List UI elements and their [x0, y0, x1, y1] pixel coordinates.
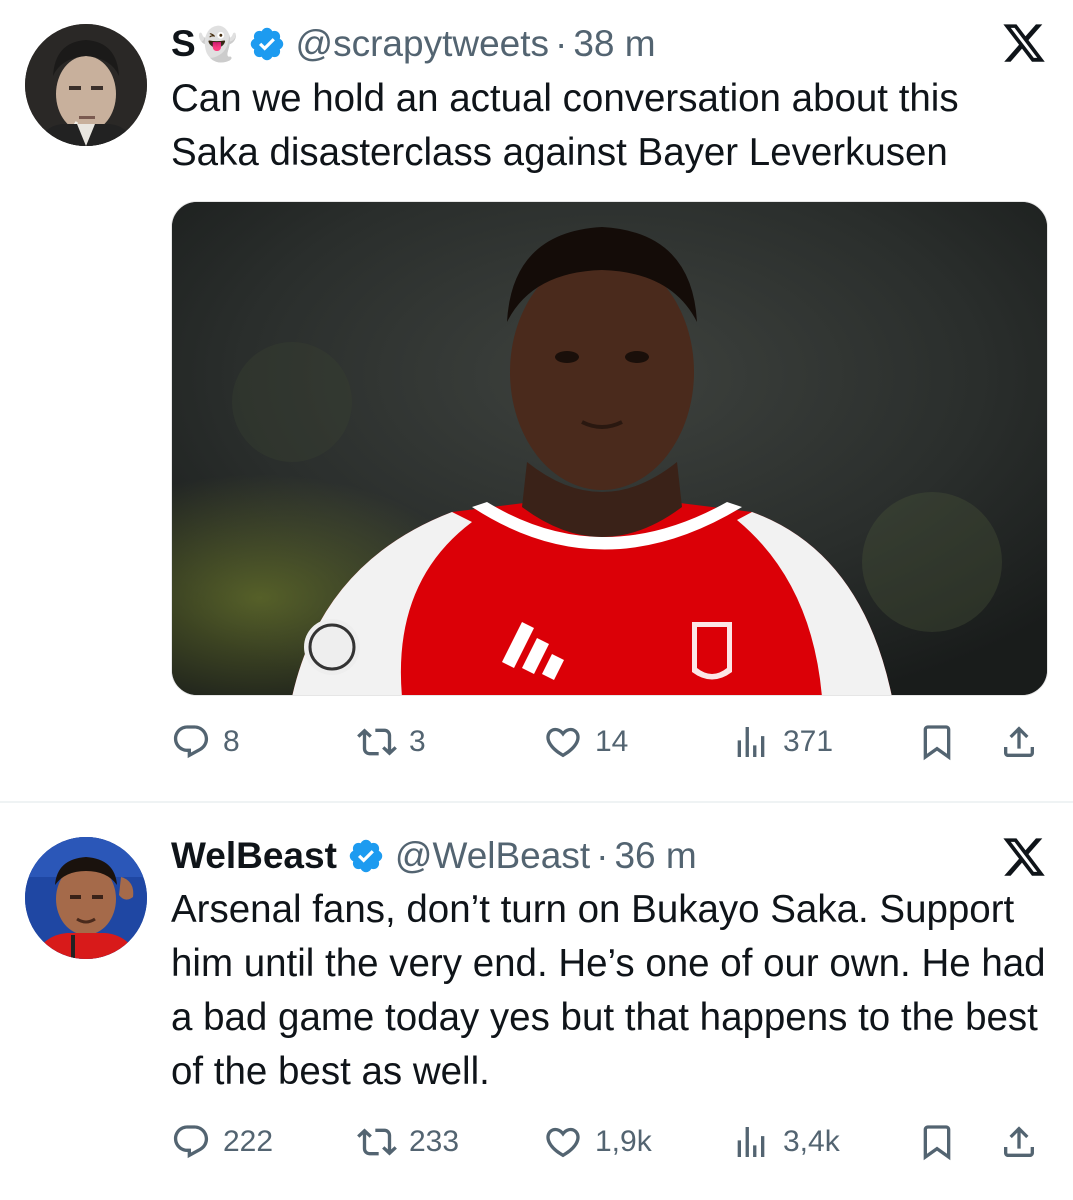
retweet-button[interactable]: 233: [357, 1117, 459, 1167]
like-icon: [543, 1122, 583, 1162]
x-logo-icon: [1001, 20, 1047, 66]
tweet-text: Can we hold an actual conversation about…: [171, 77, 959, 174]
share-icon: [999, 722, 1039, 762]
timestamp[interactable]: 36 m: [614, 835, 696, 877]
avatar-portrait-image: [25, 24, 147, 146]
share-button[interactable]: [999, 1117, 1039, 1167]
reply-count: 8: [223, 725, 240, 758]
views-button[interactable]: 371: [731, 717, 833, 767]
tweet-text: Arsenal fans, don’t turn on Bukayo Saka.…: [171, 888, 1046, 1093]
reply-icon: [171, 722, 211, 762]
verified-badge-icon: [248, 25, 286, 63]
reply-button[interactable]: 222: [171, 1117, 273, 1167]
tweet-actions: 222 233 1,9k 3,4k: [171, 1117, 1051, 1167]
avatar-portrait-image: [25, 837, 147, 959]
views-icon: [731, 1122, 771, 1162]
avatar-welbeast[interactable]: [25, 837, 147, 959]
views-button[interactable]: 3,4k: [731, 1117, 840, 1167]
like-count: 1,9k: [595, 1125, 652, 1158]
like-count: 14: [595, 725, 629, 758]
bookmark-icon: [917, 1122, 957, 1162]
separator-dot: ·: [596, 835, 609, 876]
like-button[interactable]: 14: [543, 717, 628, 767]
share-button[interactable]: [999, 717, 1039, 767]
tweet-1[interactable]: S 👻 @scrapytweets · 38 m Can we hold an …: [0, 0, 1073, 802]
player-photo: [172, 202, 1047, 695]
bookmark-icon: [917, 722, 957, 762]
retweet-button[interactable]: 3: [357, 717, 426, 767]
views-count: 371: [783, 725, 834, 758]
tweet-header: S 👻 @scrapytweets · 38 m: [171, 22, 656, 66]
bookmark-button[interactable]: [917, 717, 957, 767]
like-icon: [543, 722, 583, 762]
x-logo-icon: [1001, 834, 1047, 880]
tweet-media-image[interactable]: [171, 201, 1048, 696]
views-count: 3,4k: [783, 1125, 840, 1158]
user-handle[interactable]: @WelBeast: [395, 835, 590, 877]
display-name[interactable]: WelBeast: [171, 835, 337, 877]
reply-button[interactable]: 8: [171, 717, 240, 767]
retweet-icon: [357, 722, 397, 762]
verified-badge-icon: [347, 837, 385, 875]
tweet-2[interactable]: WelBeast @WelBeast · 36 m Arsenal fans, …: [0, 803, 1073, 1200]
reply-icon: [171, 1122, 211, 1162]
reply-count: 222: [223, 1125, 274, 1158]
share-icon: [999, 1122, 1039, 1162]
retweet-count: 3: [409, 725, 426, 758]
like-button[interactable]: 1,9k: [543, 1117, 652, 1167]
views-icon: [731, 722, 771, 762]
separator-dot: ·: [555, 23, 568, 64]
retweet-icon: [357, 1122, 397, 1162]
avatar-scrapytweets[interactable]: [25, 24, 147, 146]
tweet-actions: 8 3 14 371: [171, 717, 1051, 767]
user-handle[interactable]: @scrapytweets: [296, 23, 549, 65]
ghost-emoji: 👻: [197, 26, 238, 62]
display-name[interactable]: S: [171, 23, 196, 65]
retweet-count: 233: [409, 1125, 460, 1158]
bookmark-button[interactable]: [917, 1117, 957, 1167]
tweet-header: WelBeast @WelBeast · 36 m: [171, 834, 697, 878]
timestamp[interactable]: 38 m: [573, 23, 655, 65]
